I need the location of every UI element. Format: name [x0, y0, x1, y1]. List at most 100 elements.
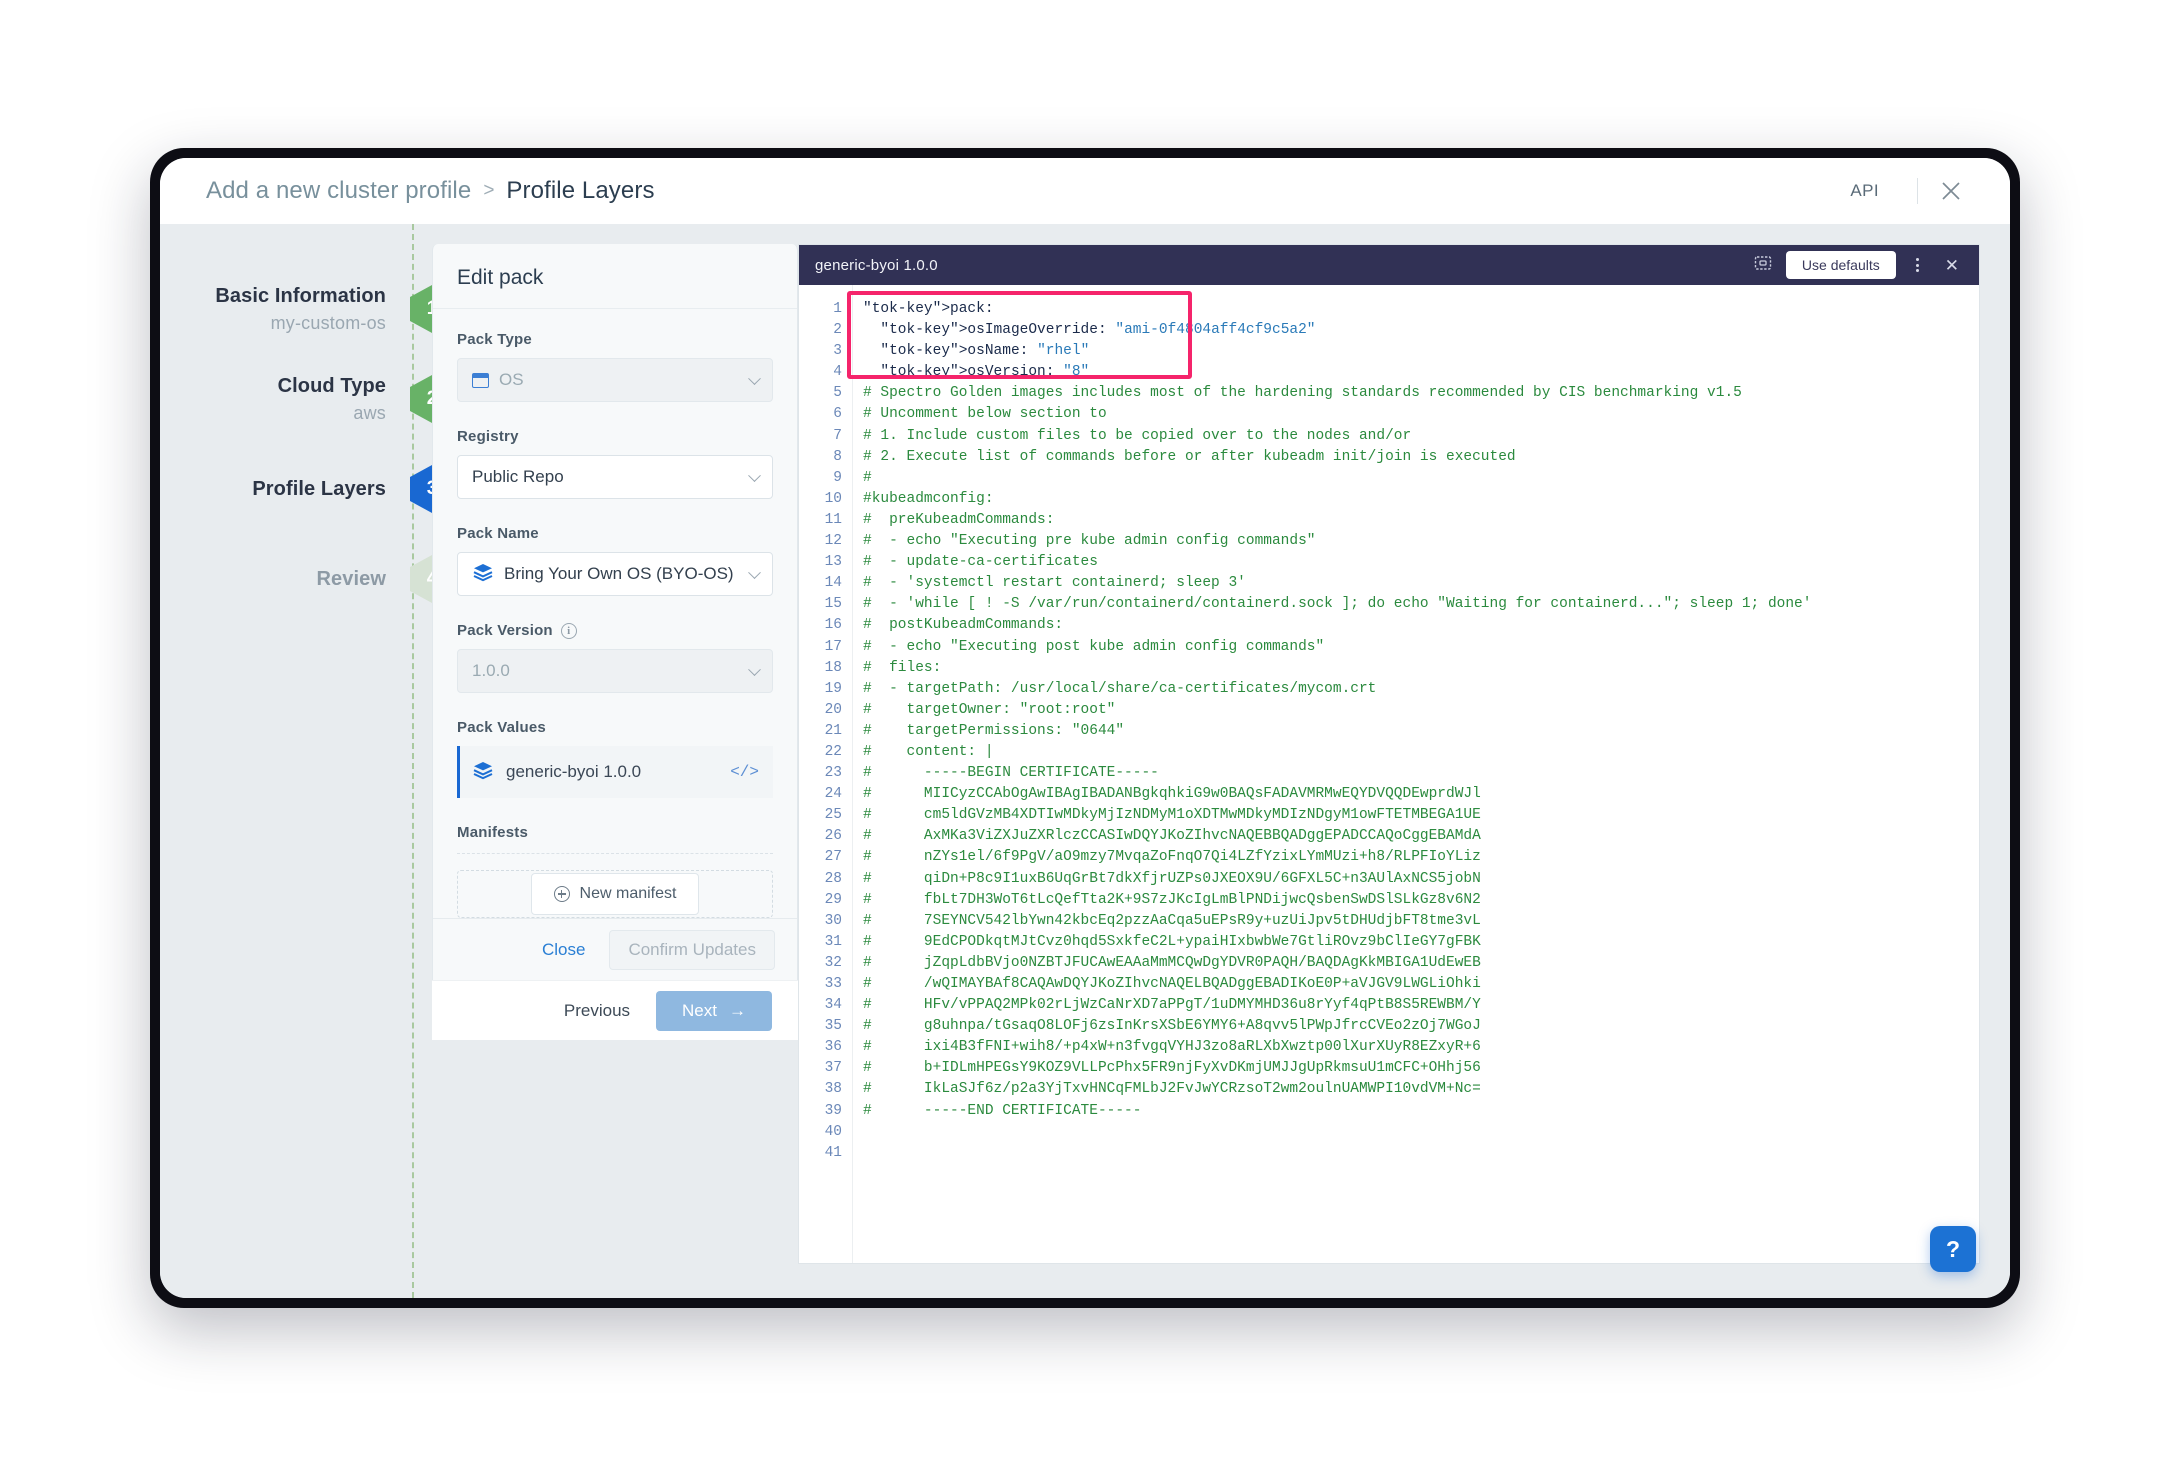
- expand-editor-icon[interactable]: [1754, 254, 1772, 277]
- line-number: 28: [824, 870, 842, 887]
- layers-icon: [472, 562, 494, 587]
- api-button[interactable]: API: [1828, 175, 1901, 207]
- manifest-dropzone: New manifest: [457, 870, 773, 918]
- chevron-down-icon: [748, 469, 761, 483]
- editor-title: generic-byoi 1.0.0: [815, 256, 938, 274]
- use-defaults-button[interactable]: Use defaults: [1785, 251, 1896, 279]
- next-button-label: Next: [682, 1000, 717, 1020]
- sidebar-item-profile-layers[interactable]: Profile Layers 3: [160, 444, 454, 534]
- code-line: # content: |: [863, 743, 994, 760]
- editor-header: generic-byoi 1.0.0 Use defaults ✕: [799, 245, 1979, 285]
- os-window-icon: [472, 372, 489, 388]
- line-number: 31: [824, 933, 842, 950]
- code-line: # files:: [863, 659, 942, 676]
- code-line: # 9EdCPODkqtMJtCvz0hqd5SxkfeC2L+ypaiHIxb…: [863, 933, 1481, 950]
- line-number: 19: [824, 680, 842, 697]
- close-icon[interactable]: [1934, 174, 1968, 208]
- step-subtitle: my-custom-os: [270, 312, 386, 333]
- pack-values-label: Pack Values: [457, 719, 546, 736]
- pack-type-select: OS: [457, 358, 773, 402]
- code-line: # -----BEGIN CERTIFICATE-----: [863, 765, 1159, 782]
- app-screen: Add a new cluster profile > Profile Laye…: [160, 158, 2010, 1298]
- new-manifest-label: New manifest: [579, 885, 677, 902]
- line-number: 38: [824, 1081, 842, 1098]
- plus-circle-icon: [553, 886, 570, 902]
- code-line: # 7SEYNCV542lbYwn42kbcEq2pzzAaCqa5uEPsR9…: [863, 912, 1481, 929]
- code-line: # cm5ldGVzMB4XDTIwMDkyMjIzNDMyM1oXDTMwMD…: [863, 807, 1481, 824]
- line-number: 12: [824, 533, 842, 550]
- line-number: 35: [824, 1018, 842, 1035]
- breadcrumb-separator: >: [483, 180, 495, 201]
- line-number: 15: [824, 596, 842, 613]
- line-number: 22: [824, 743, 842, 760]
- line-number: 14: [824, 575, 842, 592]
- code-line: # targetPermissions: "0644": [863, 722, 1125, 739]
- code-line: # ixi4B3fFNI+wih8/+p4xW+n3fvgqVYHJ3zo8aR…: [863, 1039, 1481, 1056]
- pack-name-select[interactable]: Bring Your Own OS (BYO-OS): [457, 552, 773, 596]
- pack-type-value: OS: [499, 370, 524, 389]
- more-options-icon[interactable]: [1910, 254, 1925, 276]
- close-editor-icon[interactable]: ✕: [1939, 257, 1965, 274]
- step-title: Profile Layers: [252, 477, 386, 500]
- line-number: 37: [824, 1060, 842, 1077]
- code-line: # g8uhnpa/tGsaqO8LOFj6zsInKrsXSbE6YMY6+A…: [863, 1018, 1481, 1035]
- line-number: 10: [824, 490, 842, 507]
- info-icon[interactable]: i: [560, 622, 577, 639]
- line-number: 36: [824, 1039, 842, 1056]
- code-line: #: [863, 469, 872, 486]
- step-title: Review: [316, 567, 386, 590]
- sidebar-item-cloud-type[interactable]: Cloud Type aws 2: [160, 354, 454, 444]
- step-title: Basic Information: [215, 284, 386, 307]
- editor-header-actions: Use defaults ✕: [1754, 251, 1965, 279]
- code-line: # b+IDLmHPEGsY9KOZ9VLLPcPhx5FR9njFyXvDKm…: [863, 1060, 1481, 1077]
- line-number: 40: [824, 1123, 842, 1140]
- registry-select[interactable]: Public Repo: [457, 455, 773, 499]
- confirm-updates-button[interactable]: Confirm Updates: [609, 929, 775, 970]
- line-number: 11: [824, 511, 842, 528]
- code-line: # /wQIMAYBAf8CAQAwDQYJKoZIhvcNAQELBQADgg…: [863, 976, 1481, 992]
- step-subtitle: aws: [353, 402, 386, 423]
- line-number: 41: [824, 1144, 842, 1161]
- code-line: "tok-key">osVersion: "8": [880, 364, 1090, 381]
- line-number: 29: [824, 891, 842, 908]
- code-area[interactable]: 1 2 3 4 5 6 7 8 9 10 11 12 13 14 15 16 17 18 19 20 21 22 23 24 2…: [799, 285, 1979, 1263]
- line-number: 21: [824, 722, 842, 739]
- code-line: # fbLt7DH3WoT6tLcQefTta2K+9S7zJKcIgLmBlP…: [863, 891, 1481, 908]
- code-line: # - echo "Executing pre kube admin confi…: [863, 533, 1316, 550]
- pack-name-label: Pack Name: [457, 525, 539, 542]
- line-number: 1: [833, 301, 842, 317]
- code-line: # IkLaSJf6z/p2a3YjTxvHNCqFMLbJ2FvJwYCRzs…: [863, 1081, 1481, 1098]
- wizard-footer: Previous Next →: [432, 980, 798, 1040]
- code-line: # qiDn+P8c9I1uxB6UqGrBt7dkXfjrUZPs0JXEOX…: [863, 870, 1481, 887]
- pack-values-item[interactable]: generic-byoi 1.0.0 </>: [457, 746, 773, 798]
- code-editor-icon[interactable]: </>: [730, 763, 759, 781]
- code-line: # 2. Execute list of commands before or …: [863, 448, 1516, 465]
- line-number: 39: [824, 1102, 842, 1119]
- sidebar-item-review[interactable]: Review 4: [160, 534, 454, 624]
- next-button[interactable]: Next →: [656, 990, 772, 1031]
- code-line: # postKubeadmCommands:: [863, 617, 1064, 634]
- code-line: "tok-key">osName: "rhel": [880, 343, 1090, 360]
- code-line: # Uncomment below section to: [863, 406, 1107, 423]
- sidebar-item-basic-information[interactable]: Basic Information my-custom-os 1: [160, 264, 454, 354]
- code-line: "tok-key">osImageOverride: "ami-0f4804af…: [880, 322, 1316, 339]
- code-line: "tok-key">pack:: [863, 301, 994, 317]
- breadcrumb-root[interactable]: Add a new cluster profile: [206, 177, 471, 205]
- line-number: 25: [824, 807, 842, 824]
- yaml-editor: generic-byoi 1.0.0 Use defaults ✕ 1 2 3 …: [798, 244, 1980, 1264]
- help-button[interactable]: ?: [1930, 1226, 1976, 1272]
- line-number: 5: [833, 385, 842, 402]
- line-number: 32: [824, 954, 842, 971]
- code-line: #kubeadmconfig:: [863, 490, 994, 507]
- line-number: 7: [833, 427, 842, 444]
- wizard-stepper: Basic Information my-custom-os 1 Cloud T…: [160, 224, 454, 1298]
- edit-pack-column: Edit pack Pack Type OS Registry Public R…: [432, 224, 798, 1298]
- chevron-down-icon: [748, 372, 761, 386]
- previous-button[interactable]: Previous: [552, 993, 642, 1029]
- registry-label: Registry: [457, 428, 519, 445]
- code-content[interactable]: "tok-key">pack: "tok-key">osImageOverrid…: [853, 285, 1979, 1263]
- new-manifest-button[interactable]: New manifest: [530, 873, 700, 915]
- close-button[interactable]: Close: [528, 932, 599, 968]
- line-number: 4: [833, 364, 842, 381]
- line-number: 20: [824, 701, 842, 718]
